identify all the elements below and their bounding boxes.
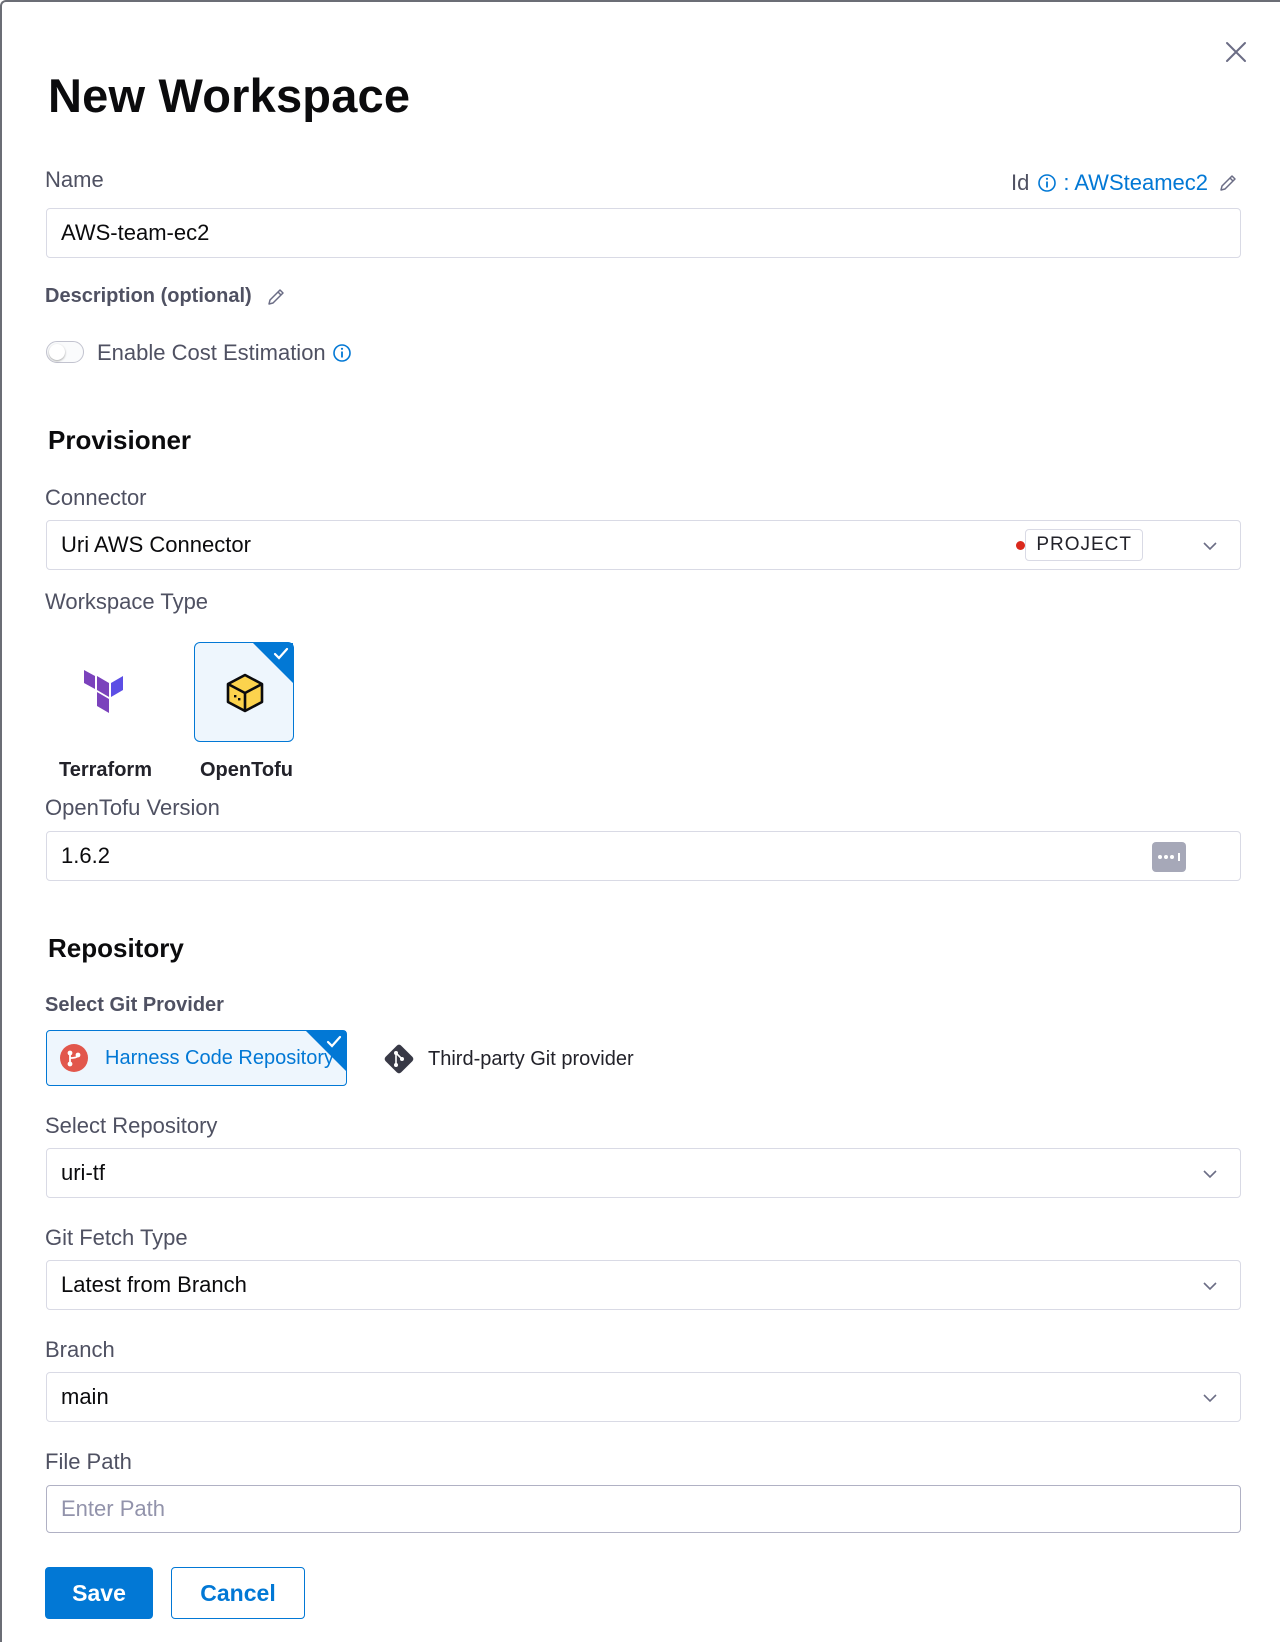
cost-estimation-row: Enable Cost Estimation bbox=[97, 340, 352, 366]
checkmark-icon bbox=[326, 1035, 342, 1048]
info-icon[interactable] bbox=[1037, 173, 1057, 193]
scope-status-dot bbox=[1016, 541, 1025, 550]
workspace-type-opentofu[interactable] bbox=[194, 642, 294, 742]
name-input[interactable]: AWS-team-ec2 bbox=[46, 208, 1241, 258]
harness-code-label: Harness Code Repository bbox=[105, 1046, 334, 1069]
description-row[interactable]: Description (optional) bbox=[45, 285, 286, 308]
provisioner-heading: Provisioner bbox=[48, 425, 192, 455]
ellipsis-icon bbox=[1158, 853, 1180, 861]
id-label: Id bbox=[1010, 170, 1030, 195]
cost-info-icon[interactable] bbox=[332, 343, 352, 363]
opentofu-version-label: OpenTofu Version bbox=[45, 795, 220, 820]
file-path-label: File Path bbox=[45, 1449, 132, 1474]
git-provider-third-party[interactable]: Third-party Git provider bbox=[382, 1042, 634, 1076]
repository-value: uri-tf bbox=[61, 1160, 105, 1185]
name-label: Name bbox=[45, 167, 104, 192]
dialog-title: New Workspace bbox=[48, 69, 411, 122]
chevron-down-icon bbox=[1203, 1394, 1217, 1403]
file-path-placeholder: Enter Path bbox=[61, 1496, 165, 1521]
git-provider-label: Select Git Provider bbox=[45, 994, 224, 1016]
branch-value: main bbox=[61, 1384, 109, 1409]
name-input-value: AWS-team-ec2 bbox=[61, 220, 210, 245]
edit-id-pencil-icon[interactable] bbox=[1218, 173, 1238, 193]
chevron-down-icon bbox=[1203, 1170, 1217, 1179]
scope-badge: PROJECT bbox=[1025, 529, 1143, 561]
file-path-input[interactable]: Enter Path bbox=[46, 1485, 1241, 1533]
workspace-type-label: Workspace Type bbox=[45, 589, 209, 614]
opentofu-icon bbox=[226, 673, 264, 713]
opentofu-label: OpenTofu bbox=[200, 759, 293, 781]
git-provider-harness[interactable]: Harness Code Repository bbox=[46, 1030, 347, 1086]
connector-select[interactable]: Uri AWS Connector PROJECT bbox=[46, 520, 1241, 570]
git-icon bbox=[384, 1044, 414, 1074]
branch-label: Branch bbox=[45, 1337, 115, 1362]
git-fetch-type-select[interactable]: Latest from Branch bbox=[46, 1260, 1241, 1310]
toggle-knob bbox=[49, 344, 65, 360]
branch-select[interactable]: main bbox=[46, 1372, 1241, 1422]
edit-description-pencil-icon[interactable] bbox=[266, 287, 286, 307]
id-row: Id : AWSteamec2 bbox=[1011, 170, 1238, 196]
chevron-down-icon bbox=[1203, 1282, 1217, 1291]
checkmark-icon bbox=[273, 647, 289, 660]
git-fetch-type-label: Git Fetch Type bbox=[45, 1225, 188, 1250]
close-icon[interactable] bbox=[1222, 38, 1250, 66]
repository-heading: Repository bbox=[48, 933, 184, 963]
cost-estimation-toggle[interactable] bbox=[46, 341, 84, 363]
git-fetch-type-value: Latest from Branch bbox=[61, 1272, 247, 1297]
save-button[interactable]: Save bbox=[45, 1567, 153, 1619]
chevron-down-icon bbox=[1203, 542, 1217, 551]
connector-value: Uri AWS Connector bbox=[61, 532, 251, 557]
cost-estimation-label: Enable Cost Estimation bbox=[97, 340, 326, 365]
new-workspace-dialog: New Workspace Name Id : AWSteamec2 AWS-t… bbox=[0, 0, 1280, 1642]
more-options-button[interactable] bbox=[1152, 842, 1186, 872]
connector-label: Connector bbox=[45, 485, 147, 510]
third-party-git-label: Third-party Git provider bbox=[428, 1047, 634, 1070]
opentofu-version-value: 1.6.2 bbox=[61, 843, 110, 868]
terraform-label: Terraform bbox=[59, 759, 152, 781]
opentofu-version-input[interactable]: 1.6.2 bbox=[46, 831, 1241, 881]
select-repository-label: Select Repository bbox=[45, 1113, 218, 1138]
harness-code-icon bbox=[60, 1044, 88, 1072]
repository-select[interactable]: uri-tf bbox=[46, 1148, 1241, 1198]
cancel-button[interactable]: Cancel bbox=[171, 1567, 305, 1619]
terraform-icon bbox=[84, 670, 123, 713]
id-value: : AWSteamec2 bbox=[1063, 170, 1208, 195]
description-label: Description (optional) bbox=[45, 285, 252, 307]
workspace-type-terraform[interactable] bbox=[54, 642, 154, 742]
